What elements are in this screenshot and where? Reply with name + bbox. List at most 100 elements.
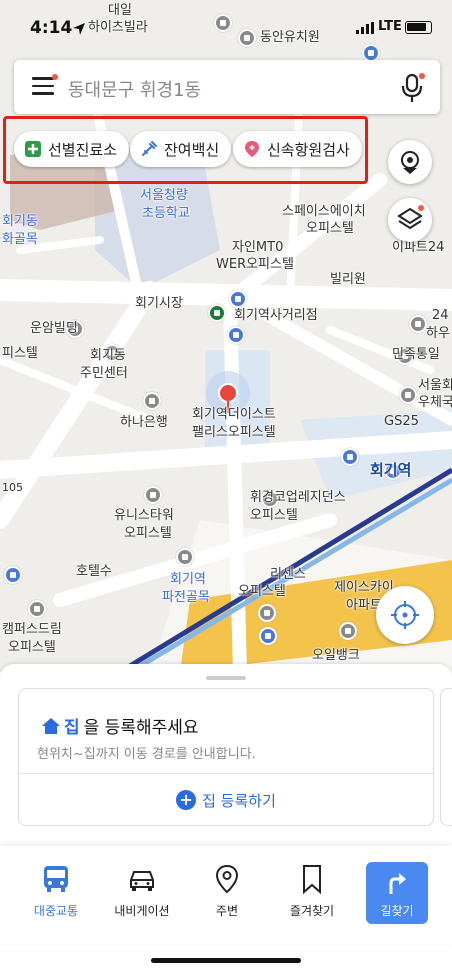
microphone-icon[interactable] [398,73,426,103]
map-label: 24 [432,308,449,323]
chip-leftover-vaccine[interactable]: 잔여백신 [130,131,232,167]
building-icon[interactable] [28,600,46,618]
search-input[interactable]: 동대문구 휘경1동 [68,76,201,102]
map-label: 회기역더이스트 [192,407,276,422]
map-label: 우체국 [418,395,452,410]
map-label: 서울청량 [140,188,188,203]
bus-icon [44,866,68,892]
tab-nearby[interactable]: 주변 [185,864,269,919]
building-icon[interactable] [144,486,162,504]
menu-icon[interactable] [32,74,58,97]
register-home-button[interactable]: + 집 등록하기 [19,773,433,827]
map-label: 유니스타워 [114,508,174,523]
bus-stop-icon[interactable] [229,290,247,308]
tab-label: 즐겨찾기 [289,904,335,918]
map-label: 호텔수 [76,564,112,579]
map-label: 하우 [426,326,450,341]
layers-icon [397,205,424,230]
map-label: 오피스텔 [250,508,298,523]
chip-label: 신속항원검사 [267,140,350,159]
tab-label: 주변 [215,904,239,918]
pink-pin-icon [245,141,259,157]
bookmark-icon [303,865,321,894]
map-label: 리센스 [270,567,306,582]
map-label: 초등학교 [142,206,190,221]
home-indicator [151,958,301,963]
home-title-highlight: 집 [64,718,80,738]
covid-info-button[interactable] [388,140,432,184]
map-label: 운암빌딩 [30,321,78,336]
bus-stop-icon[interactable] [227,326,245,344]
tab-label: 대중교통 [33,904,79,918]
map-label: 오피스텔 [124,526,172,541]
bus-stop-icon[interactable] [259,627,277,645]
location-pin-circle-icon [401,151,419,174]
map-label: WER오피스텔 [216,257,294,272]
home-register-card[interactable]: 집 을 등록해주세요 현위치~집까지 이동 경로를 안내합니다. + 집 등록하… [18,688,434,826]
search-bar[interactable]: 동대문구 휘경1동 [14,60,440,114]
map-label: 민족통일 [392,347,440,362]
syringe-icon [142,141,157,156]
home-icon [42,717,60,734]
tab-navigation[interactable]: 내비게이션 [100,864,184,919]
building-icon[interactable] [399,386,417,404]
bottom-tab-bar: 대중교통 내비게이션 주변 즐겨찾기 길찾기 [0,846,452,944]
flag-icon[interactable] [176,548,194,566]
tab-label: 길찾기 [380,904,414,918]
signal-icon [356,22,374,34]
map-label: GS25 [384,414,419,429]
map-label: 휘경코업레지던스 [250,490,346,505]
map-label: 오피스텔 [306,221,354,236]
gas-station-icon[interactable] [339,622,357,640]
chip-rapid-antigen-test[interactable]: 신속항원검사 [233,131,362,167]
crosshair-icon [391,601,419,629]
map-label: 오피스텔 [238,584,286,599]
map-label: 105 [2,481,23,494]
map-label: 서울회 [418,378,452,393]
home-card-title: 집 을 등록해주세요 [41,713,199,738]
notification-dot [52,74,58,80]
green-plus-icon [25,141,41,157]
my-location-button[interactable] [376,586,434,644]
map-label: 오피스텔 [8,640,56,655]
plus-circle-icon: + [176,790,197,810]
map-layers-button[interactable] [388,198,432,242]
bank-icon[interactable] [143,392,161,410]
map-label: 빌리원 [330,272,366,287]
chip-label: 선별진료소 [48,140,118,159]
map-label: 하나은행 [120,415,168,430]
map-label: 이파트24 [392,240,445,255]
status-bar: 4:14 LTE [0,0,452,58]
tab-label: 내비게이션 [114,904,170,918]
status-time: 4:14 [30,18,73,38]
subway-line1-icon[interactable] [341,448,359,466]
building-icon[interactable] [409,315,427,333]
tab-transit[interactable]: 대중교통 [14,864,98,919]
location-arrow-icon [73,23,85,35]
chip-label: 잔여백신 [164,140,220,159]
map-label: 주민센터 [80,366,128,381]
chip-screening-clinic[interactable]: 선별진료소 [14,131,130,167]
map-pin-icon [215,864,239,894]
starbucks-icon[interactable] [208,304,226,322]
map-label: 캠퍼스드림 [2,622,62,637]
sheet-handle[interactable] [206,676,246,680]
map-label: 회기동 [90,348,126,363]
tab-directions[interactable]: 길찾기 [366,862,428,924]
home-title-text: 을 등록해주세요 [83,718,199,738]
map-label: 회기역 [170,572,206,587]
map-label: 스페이스에이치 [282,204,366,219]
next-card-peek[interactable] [440,688,452,826]
bus-stop-icon[interactable] [4,566,22,584]
map-label: 자인MT0 [232,240,284,255]
map-label: 회기역사거리점 [234,308,318,323]
map-label: 파전골목 [162,590,210,605]
map-label: 화골목 [2,232,38,247]
map-label: 팰리스오피스텔 [192,425,276,440]
map-label: 회기동 [2,214,38,229]
tab-favorites[interactable]: 즐겨찾기 [270,864,354,919]
building-icon[interactable] [258,604,276,622]
register-home-label: 집 등록하기 [202,791,276,810]
map-label: 오일뱅크 [312,648,360,663]
map-label: 회기시장 [135,296,183,311]
